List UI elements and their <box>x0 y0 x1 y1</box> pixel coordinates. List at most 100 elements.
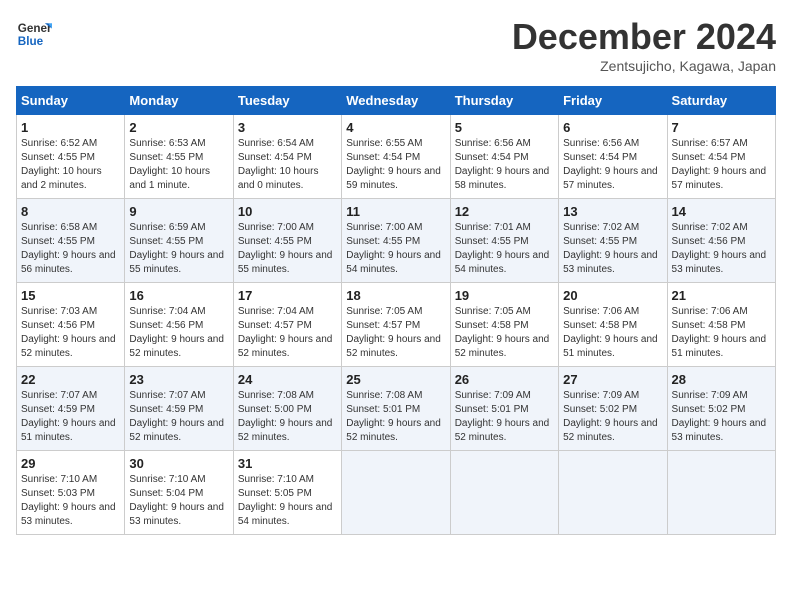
calendar-cell <box>559 451 667 535</box>
day-detail: Sunrise: 7:02 AMSunset: 4:55 PMDaylight:… <box>563 221 662 277</box>
day-number: 22 <box>21 372 120 387</box>
day-detail: Sunrise: 7:09 AMSunset: 5:02 PMDaylight:… <box>672 389 771 445</box>
day-detail: Sunrise: 6:52 AMSunset: 4:55 PMDaylight:… <box>21 137 120 193</box>
weekday-header-tuesday: Tuesday <box>233 87 341 115</box>
day-number: 8 <box>21 204 120 219</box>
day-detail: Sunrise: 7:06 AMSunset: 4:58 PMDaylight:… <box>563 305 662 361</box>
week-row-4: 22 Sunrise: 7:07 AMSunset: 4:59 PMDayligh… <box>17 367 776 451</box>
month-title: December 2024 <box>512 16 776 58</box>
calendar-cell: 21 Sunrise: 7:06 AMSunset: 4:58 PMDayligh… <box>667 283 775 367</box>
day-detail: Sunrise: 7:01 AMSunset: 4:55 PMDaylight:… <box>455 221 554 277</box>
day-number: 11 <box>346 204 445 219</box>
week-row-5: 29Sunrise: 7:10 AMSunset: 5:03 PMDayligh… <box>17 451 776 535</box>
day-number: 9 <box>129 204 228 219</box>
day-detail: Sunrise: 7:07 AMSunset: 4:59 PMDaylight:… <box>21 389 120 445</box>
logo-icon: General Blue <box>16 16 52 52</box>
calendar-cell: 1 Sunrise: 6:52 AMSunset: 4:55 PMDaylight… <box>17 115 125 199</box>
day-number: 25 <box>346 372 445 387</box>
calendar-cell: 15 Sunrise: 7:03 AMSunset: 4:56 PMDayligh… <box>17 283 125 367</box>
day-detail: Sunrise: 7:05 AMSunset: 4:57 PMDaylight:… <box>346 305 445 361</box>
day-detail: Sunrise: 7:05 AMSunset: 4:58 PMDaylight:… <box>455 305 554 361</box>
calendar-cell: 7 Sunrise: 6:57 AMSunset: 4:54 PMDaylight… <box>667 115 775 199</box>
calendar-cell: 25 Sunrise: 7:08 AMSunset: 5:01 PMDayligh… <box>342 367 450 451</box>
day-number: 17 <box>238 288 337 303</box>
day-detail: Sunrise: 6:54 AMSunset: 4:54 PMDaylight:… <box>238 137 337 193</box>
calendar-cell: 30Sunrise: 7:10 AMSunset: 5:04 PMDayligh… <box>125 451 233 535</box>
week-row-1: 1 Sunrise: 6:52 AMSunset: 4:55 PMDaylight… <box>17 115 776 199</box>
day-detail: Sunrise: 7:04 AMSunset: 4:57 PMDaylight:… <box>238 305 337 361</box>
day-number: 4 <box>346 120 445 135</box>
day-number: 28 <box>672 372 771 387</box>
header: General Blue December 2024 Zentsujicho, … <box>16 16 776 74</box>
calendar-cell: 29Sunrise: 7:10 AMSunset: 5:03 PMDayligh… <box>17 451 125 535</box>
weekday-header-friday: Friday <box>559 87 667 115</box>
day-detail: Sunrise: 6:59 AMSunset: 4:55 PMDaylight:… <box>129 221 228 277</box>
calendar-cell: 8 Sunrise: 6:58 AMSunset: 4:55 PMDaylight… <box>17 199 125 283</box>
calendar-cell: 20Sunrise: 7:06 AMSunset: 4:58 PMDayligh… <box>559 283 667 367</box>
calendar-cell: 28 Sunrise: 7:09 AMSunset: 5:02 PMDayligh… <box>667 367 775 451</box>
day-detail: Sunrise: 7:00 AMSunset: 4:55 PMDaylight:… <box>238 221 337 277</box>
day-number: 1 <box>21 120 120 135</box>
calendar-cell <box>450 451 558 535</box>
day-number: 16 <box>129 288 228 303</box>
day-number: 10 <box>238 204 337 219</box>
day-detail: Sunrise: 7:08 AMSunset: 5:01 PMDaylight:… <box>346 389 445 445</box>
day-number: 3 <box>238 120 337 135</box>
day-number: 31 <box>238 456 337 471</box>
day-number: 27 <box>563 372 662 387</box>
day-detail: Sunrise: 7:04 AMSunset: 4:56 PMDaylight:… <box>129 305 228 361</box>
calendar-table: SundayMondayTuesdayWednesdayThursdayFrid… <box>16 86 776 535</box>
day-detail: Sunrise: 7:06 AMSunset: 4:58 PMDaylight:… <box>672 305 771 361</box>
day-detail: Sunrise: 6:55 AMSunset: 4:54 PMDaylight:… <box>346 137 445 193</box>
day-detail: Sunrise: 7:10 AMSunset: 5:04 PMDaylight:… <box>129 473 228 529</box>
calendar-cell: 18Sunrise: 7:05 AMSunset: 4:57 PMDayligh… <box>342 283 450 367</box>
calendar-cell: 11 Sunrise: 7:00 AMSunset: 4:55 PMDayligh… <box>342 199 450 283</box>
day-detail: Sunrise: 6:56 AMSunset: 4:54 PMDaylight:… <box>455 137 554 193</box>
day-detail: Sunrise: 7:08 AMSunset: 5:00 PMDaylight:… <box>238 389 337 445</box>
day-detail: Sunrise: 6:57 AMSunset: 4:54 PMDaylight:… <box>672 137 771 193</box>
calendar-cell <box>342 451 450 535</box>
day-number: 5 <box>455 120 554 135</box>
calendar-cell: 24 Sunrise: 7:08 AMSunset: 5:00 PMDayligh… <box>233 367 341 451</box>
day-number: 19 <box>455 288 554 303</box>
weekday-header-wednesday: Wednesday <box>342 87 450 115</box>
day-number: 24 <box>238 372 337 387</box>
day-number: 7 <box>672 120 771 135</box>
calendar-cell: 27 Sunrise: 7:09 AMSunset: 5:02 PMDayligh… <box>559 367 667 451</box>
calendar-cell: 3 Sunrise: 6:54 AMSunset: 4:54 PMDaylight… <box>233 115 341 199</box>
logo: General Blue <box>16 16 52 52</box>
week-row-2: 8 Sunrise: 6:58 AMSunset: 4:55 PMDaylight… <box>17 199 776 283</box>
day-detail: Sunrise: 7:10 AMSunset: 5:03 PMDaylight:… <box>21 473 120 529</box>
day-detail: Sunrise: 6:56 AMSunset: 4:54 PMDaylight:… <box>563 137 662 193</box>
location: Zentsujicho, Kagawa, Japan <box>512 58 776 74</box>
day-number: 23 <box>129 372 228 387</box>
day-detail: Sunrise: 7:07 AMSunset: 4:59 PMDaylight:… <box>129 389 228 445</box>
calendar-cell: 5 Sunrise: 6:56 AMSunset: 4:54 PMDaylight… <box>450 115 558 199</box>
day-detail: Sunrise: 7:02 AMSunset: 4:56 PMDaylight:… <box>672 221 771 277</box>
day-detail: Sunrise: 7:03 AMSunset: 4:56 PMDaylight:… <box>21 305 120 361</box>
day-detail: Sunrise: 6:53 AMSunset: 4:55 PMDaylight:… <box>129 137 228 193</box>
day-number: 12 <box>455 204 554 219</box>
calendar-cell: 23 Sunrise: 7:07 AMSunset: 4:59 PMDayligh… <box>125 367 233 451</box>
week-row-3: 15 Sunrise: 7:03 AMSunset: 4:56 PMDayligh… <box>17 283 776 367</box>
calendar-cell: 16 Sunrise: 7:04 AMSunset: 4:56 PMDayligh… <box>125 283 233 367</box>
calendar-cell: 14Sunrise: 7:02 AMSunset: 4:56 PMDayligh… <box>667 199 775 283</box>
day-detail: Sunrise: 7:09 AMSunset: 5:01 PMDaylight:… <box>455 389 554 445</box>
weekday-header-monday: Monday <box>125 87 233 115</box>
day-detail: Sunrise: 7:00 AMSunset: 4:55 PMDaylight:… <box>346 221 445 277</box>
day-number: 13 <box>563 204 662 219</box>
calendar-cell: 22 Sunrise: 7:07 AMSunset: 4:59 PMDayligh… <box>17 367 125 451</box>
calendar-cell: 10 Sunrise: 7:00 AMSunset: 4:55 PMDayligh… <box>233 199 341 283</box>
weekday-header-thursday: Thursday <box>450 87 558 115</box>
day-number: 15 <box>21 288 120 303</box>
day-detail: Sunrise: 7:10 AMSunset: 5:05 PMDaylight:… <box>238 473 337 529</box>
day-number: 21 <box>672 288 771 303</box>
weekday-header-row: SundayMondayTuesdayWednesdayThursdayFrid… <box>17 87 776 115</box>
day-detail: Sunrise: 6:58 AMSunset: 4:55 PMDaylight:… <box>21 221 120 277</box>
calendar-cell: 26 Sunrise: 7:09 AMSunset: 5:01 PMDayligh… <box>450 367 558 451</box>
calendar-cell: 2 Sunrise: 6:53 AMSunset: 4:55 PMDaylight… <box>125 115 233 199</box>
day-number: 2 <box>129 120 228 135</box>
calendar-cell: 4 Sunrise: 6:55 AMSunset: 4:54 PMDaylight… <box>342 115 450 199</box>
day-number: 26 <box>455 372 554 387</box>
day-detail: Sunrise: 7:09 AMSunset: 5:02 PMDaylight:… <box>563 389 662 445</box>
